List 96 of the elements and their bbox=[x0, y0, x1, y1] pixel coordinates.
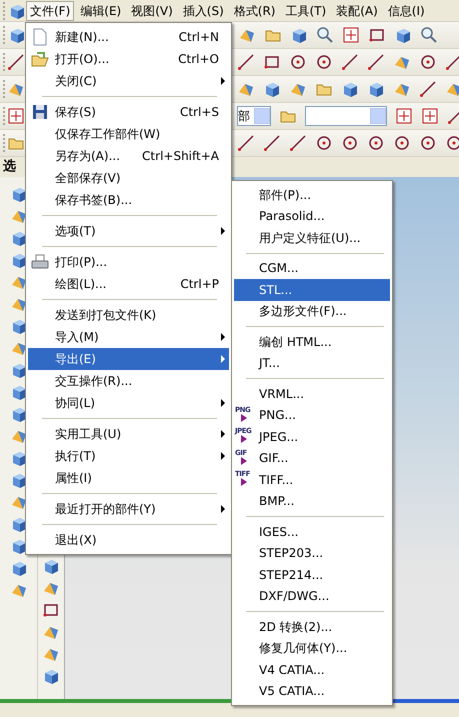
line-icon[interactable] bbox=[367, 53, 385, 71]
menu-item[interactable]: IGES... bbox=[234, 521, 390, 542]
dropdown-field[interactable] bbox=[305, 106, 387, 126]
zoom-icon[interactable] bbox=[420, 26, 438, 44]
menu-item[interactable]: VRML... bbox=[234, 383, 390, 404]
folder-icon bbox=[31, 50, 49, 68]
cube-icon[interactable] bbox=[42, 667, 60, 685]
menu-item[interactable]: 打印(P)... bbox=[28, 251, 229, 273]
part-dropdown[interactable]: 部 bbox=[237, 106, 271, 126]
menu-item[interactable]: 另存为(A)... Ctrl+Shift+A bbox=[28, 145, 229, 167]
document-icon bbox=[31, 28, 49, 46]
menu-item[interactable]: V5 CATIA... bbox=[234, 680, 390, 702]
menu-item[interactable]: JT... bbox=[234, 352, 390, 374]
menu-item[interactable]: STL... bbox=[234, 279, 390, 300]
circle-icon[interactable] bbox=[419, 53, 437, 71]
menu-item[interactable]: 执行(T) bbox=[28, 445, 229, 467]
menu-item[interactable]: 导入(M) bbox=[28, 326, 229, 348]
menu-item[interactable]: DXF/DWG... bbox=[234, 586, 390, 607]
menu-bar-item[interactable]: 插入(S) bbox=[178, 0, 228, 20]
submenu-arrow-icon bbox=[221, 399, 225, 407]
circle-icon[interactable] bbox=[315, 134, 333, 152]
menu-item[interactable]: 部件(P)... bbox=[234, 184, 390, 206]
circle-icon[interactable] bbox=[393, 134, 411, 152]
menu-bar-item[interactable]: 格式(R) bbox=[230, 0, 280, 20]
menu-item[interactable]: 修复几何体(Y)... bbox=[234, 638, 390, 659]
line-icon[interactable] bbox=[445, 53, 459, 71]
menu-item[interactable]: 2D 转换(2)... bbox=[234, 616, 390, 638]
line-icon[interactable] bbox=[237, 53, 255, 71]
menu-bar-item[interactable]: 文件(F) bbox=[26, 0, 74, 20]
line-icon[interactable] bbox=[419, 80, 437, 98]
menu-item[interactable]: 最近打开的部件(Y) bbox=[28, 498, 229, 520]
cube-icon[interactable] bbox=[42, 557, 60, 575]
submenu-arrow-icon bbox=[221, 333, 225, 341]
menu-item[interactable]: Parasolid... bbox=[234, 206, 390, 227]
menu-item[interactable]: 仅保存工作部件(W) bbox=[28, 123, 229, 145]
menu-bar-item[interactable]: 工具(T) bbox=[281, 0, 330, 20]
menu-item[interactable]: 全部保存(V) bbox=[28, 167, 229, 189]
menu-bar-item[interactable]: 信息(I) bbox=[384, 0, 429, 20]
menu-item[interactable]: 关闭(C) bbox=[28, 70, 229, 92]
line-icon[interactable] bbox=[237, 134, 255, 152]
menu-item[interactable]: 协同(L) bbox=[28, 392, 229, 414]
line-icon[interactable] bbox=[341, 53, 359, 71]
submenu-arrow-icon bbox=[221, 430, 225, 438]
menu-item[interactable]: 用户定义特征(U)... bbox=[234, 227, 390, 248]
menu-item[interactable]: 导出(E) bbox=[28, 348, 229, 370]
target-icon[interactable] bbox=[395, 107, 413, 125]
menu-item[interactable]: STEP203... bbox=[234, 542, 390, 564]
circle-icon[interactable] bbox=[289, 53, 307, 71]
menu-item[interactable]: 退出(X) bbox=[28, 529, 229, 551]
zoom-icon[interactable] bbox=[316, 26, 334, 44]
menu-item[interactable]: BMP... bbox=[234, 490, 390, 512]
cube-icon[interactable] bbox=[290, 26, 308, 44]
cube-icon[interactable] bbox=[8, 26, 26, 44]
save-icon bbox=[31, 103, 49, 121]
menu-item[interactable]: 发送到打包文件(K) bbox=[28, 304, 229, 326]
panel-title: 选 bbox=[3, 159, 16, 174]
menu-item[interactable]: 保存书签(B)... bbox=[28, 189, 229, 211]
menu-item[interactable]: CGM... bbox=[234, 258, 390, 279]
menu-item[interactable]: V4 CATIA... bbox=[234, 659, 390, 680]
circle-icon[interactable] bbox=[341, 134, 359, 152]
submenu-arrow-icon bbox=[221, 355, 225, 363]
line-icon[interactable] bbox=[263, 134, 281, 152]
menu-bar-item[interactable]: 视图(V) bbox=[127, 0, 177, 20]
circle-icon[interactable] bbox=[367, 134, 385, 152]
target-icon[interactable] bbox=[342, 26, 360, 44]
submenu-arrow-icon bbox=[221, 505, 225, 513]
submenu-arrow-icon bbox=[221, 77, 225, 85]
cube-icon[interactable] bbox=[341, 80, 359, 98]
line-icon[interactable] bbox=[7, 53, 25, 71]
menu-item[interactable]: 实用工具(U) bbox=[28, 423, 229, 445]
cube-icon[interactable] bbox=[394, 26, 412, 44]
target-icon[interactable] bbox=[7, 107, 25, 125]
cube-icon[interactable] bbox=[263, 80, 281, 98]
menu-item[interactable]: 选项(T) bbox=[28, 220, 229, 242]
shortcut-label: Ctrl+S bbox=[180, 104, 219, 121]
line-icon[interactable] bbox=[289, 134, 307, 152]
circle-icon[interactable] bbox=[315, 53, 333, 71]
circle-icon[interactable] bbox=[419, 134, 437, 152]
cube-icon[interactable] bbox=[367, 80, 385, 98]
menu-bar-item[interactable]: 编辑(E) bbox=[76, 0, 126, 20]
menu-item[interactable]: 绘图(L)... Ctrl+P bbox=[28, 273, 229, 295]
printer-icon bbox=[31, 253, 49, 271]
shortcut-label: Ctrl+N bbox=[178, 29, 219, 46]
menu-item[interactable]: STEP214... bbox=[234, 564, 390, 586]
menu-item[interactable]: 多边形文件(F)... bbox=[234, 300, 390, 322]
target-icon[interactable] bbox=[421, 107, 439, 125]
menu-item[interactable]: 保存(S) Ctrl+S bbox=[28, 101, 229, 123]
menu-item[interactable]: 编创 HTML... bbox=[234, 331, 390, 352]
menu-bar-item[interactable]: 装配(A) bbox=[332, 0, 382, 20]
submenu-arrow-icon bbox=[221, 452, 225, 460]
menu-item[interactable]: 属性(I) bbox=[28, 467, 229, 489]
shortcut-label: Ctrl+O bbox=[178, 51, 219, 68]
shortcut-label: Ctrl+Shift+A bbox=[142, 148, 219, 165]
submenu-arrow-icon bbox=[221, 227, 225, 235]
menu-item[interactable]: 交互操作(R)... bbox=[28, 370, 229, 392]
shortcut-label: Ctrl+P bbox=[180, 276, 219, 293]
